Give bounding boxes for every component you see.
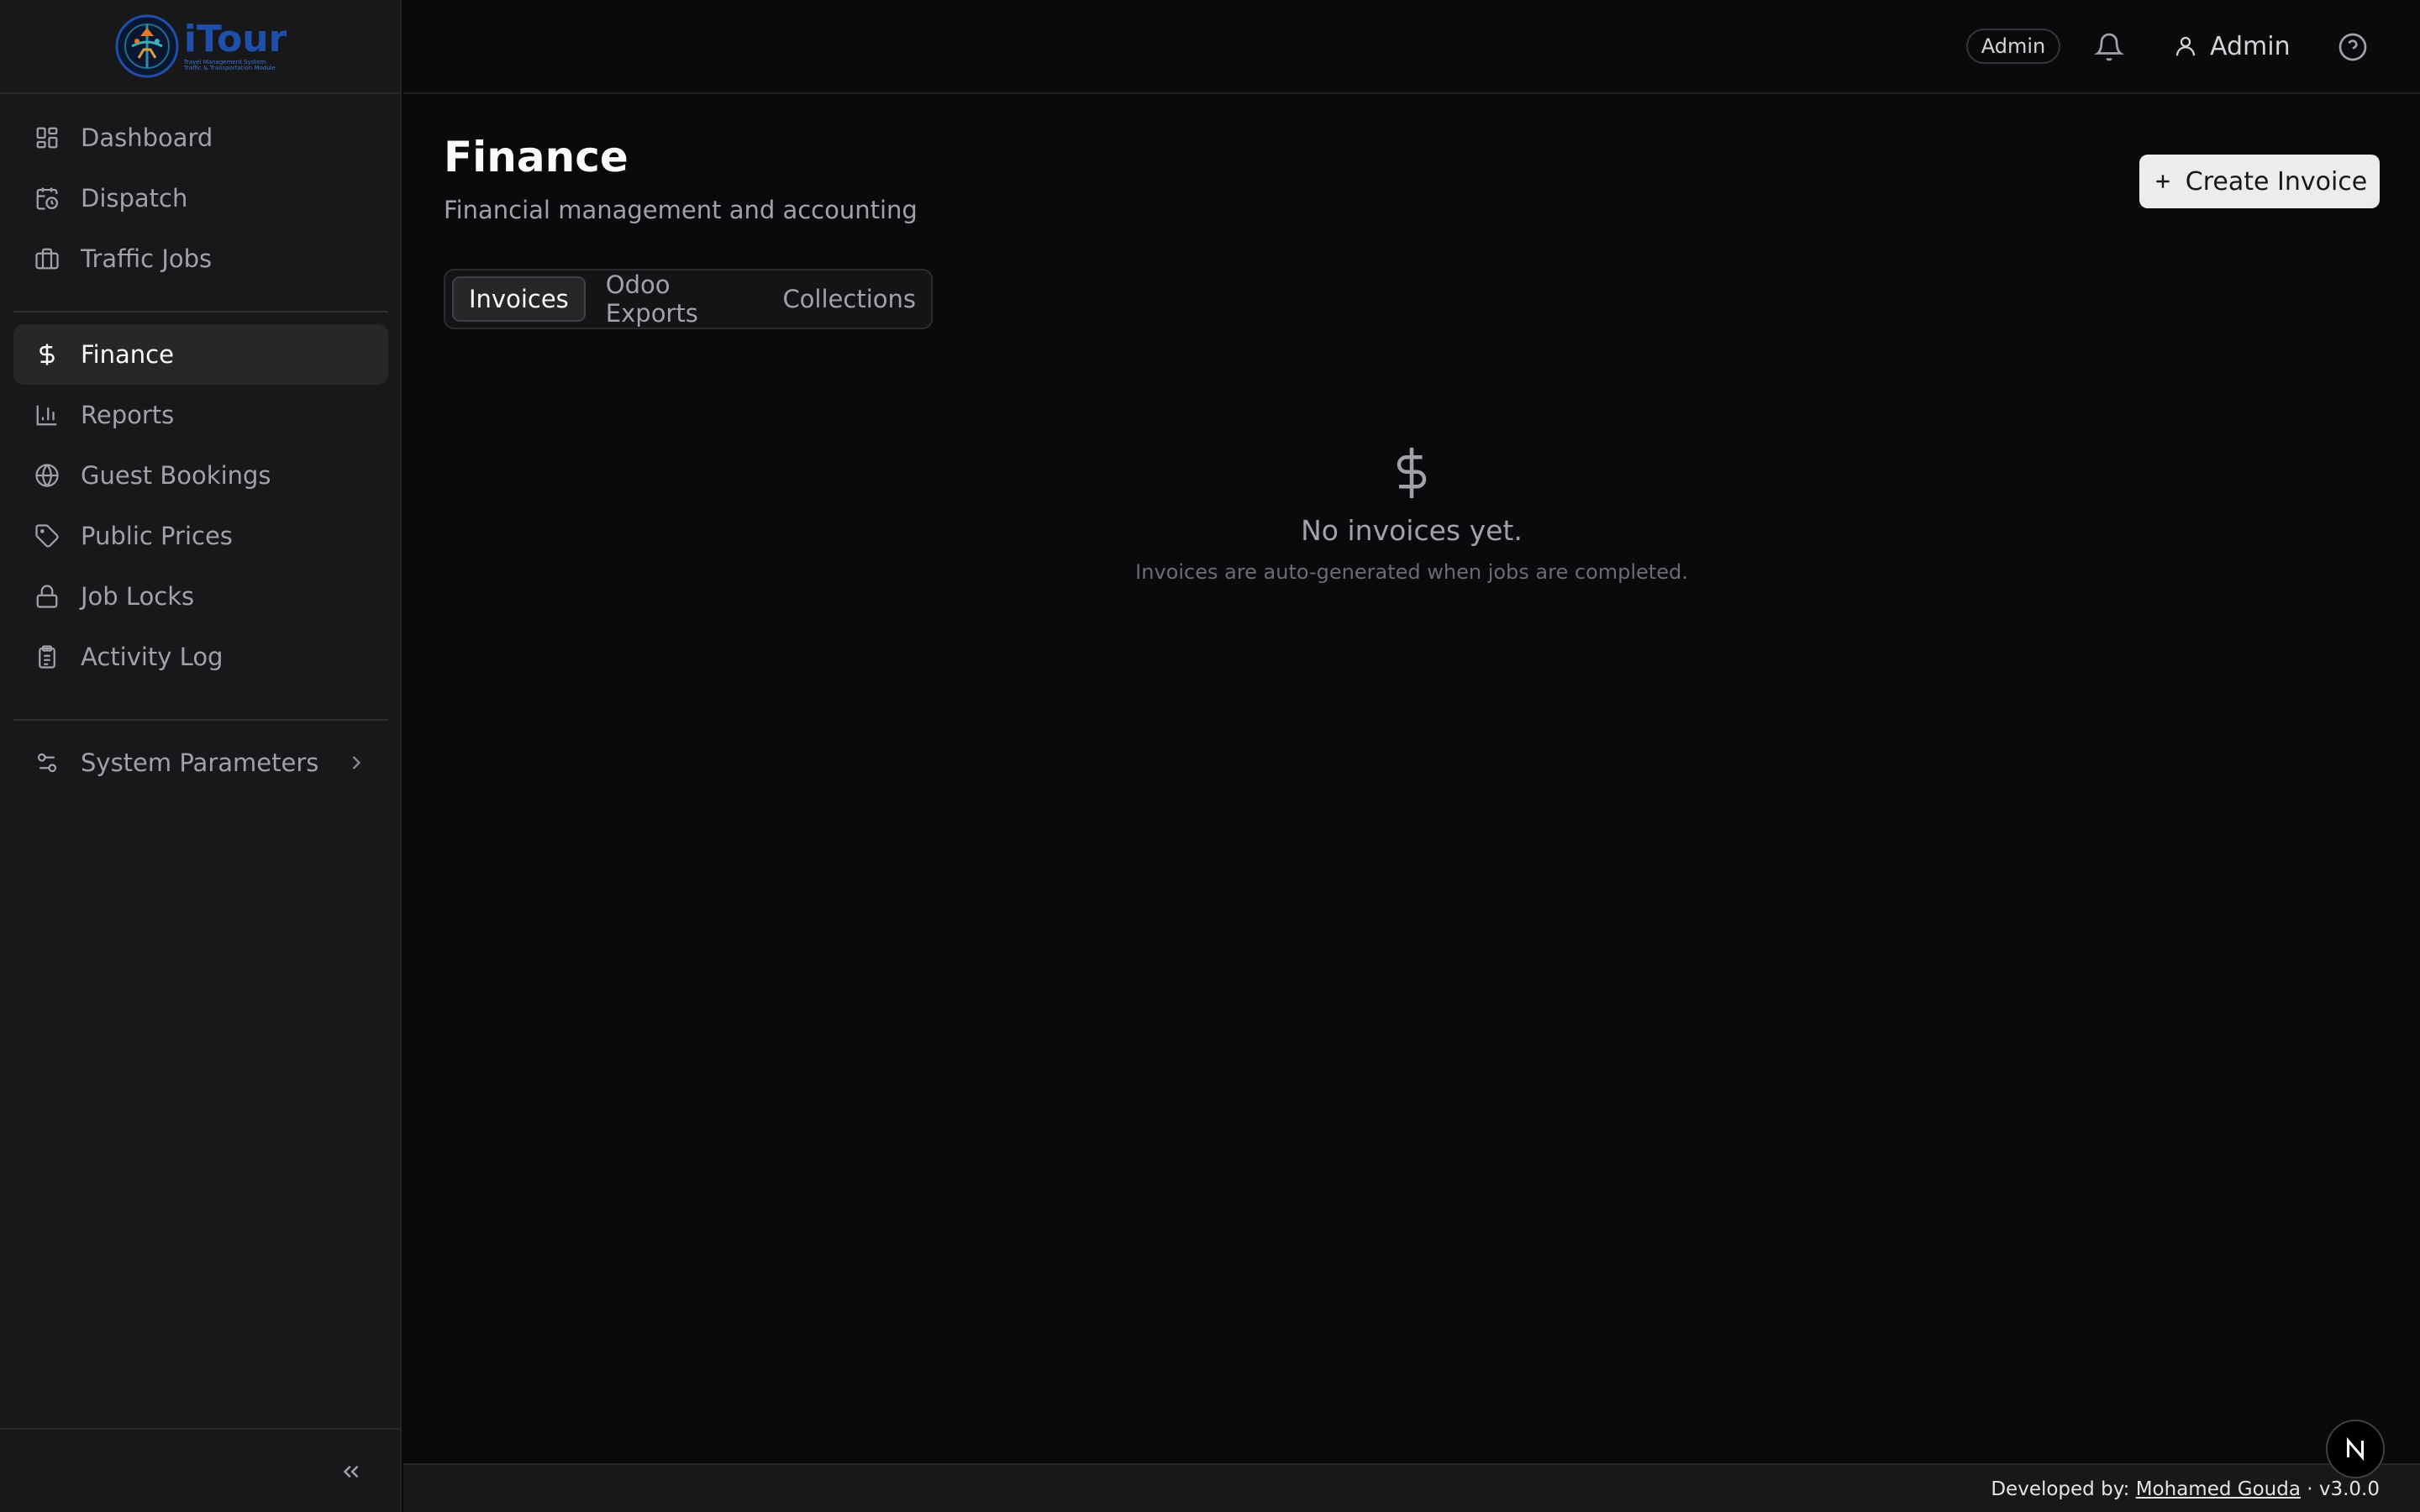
dollar-icon — [34, 341, 60, 368]
clipboard-icon — [34, 643, 60, 670]
nextjs-dev-badge[interactable] — [2326, 1420, 2385, 1478]
tab-invoices[interactable]: Invoices — [452, 276, 586, 322]
sidebar-item-label: Guest Bookings — [81, 461, 271, 490]
empty-state: No invoices yet. Invoices are auto-gener… — [403, 445, 2420, 584]
sidebar-item-label: Dashboard — [81, 123, 213, 152]
footer-credit: Developed by: Mohamed Gouda · v3.0.0 — [1991, 1478, 2380, 1500]
role-badge: Admin — [1966, 29, 2060, 64]
nav-group-settings: System Parameters — [13, 732, 388, 793]
sidebar-item-label: Public Prices — [81, 522, 233, 550]
user-name: Admin — [2210, 31, 2291, 61]
sidebar-item-label: Job Locks — [81, 582, 195, 611]
page-title: Finance — [444, 133, 629, 181]
n-logo-icon — [2346, 1436, 2365, 1462]
footer: Developed by: Mohamed Gouda · v3.0.0 — [403, 1463, 2420, 1512]
sliders-icon — [34, 749, 60, 776]
dollar-icon — [1397, 448, 1427, 498]
bar-chart-icon — [34, 402, 60, 428]
tab-collections[interactable]: Collections — [767, 276, 931, 322]
empty-state-subtitle: Invoices are auto-generated when jobs ar… — [1135, 560, 1688, 584]
sidebar-item-job-locks[interactable]: Job Locks — [13, 566, 388, 627]
dashboard-icon — [34, 124, 60, 151]
logo[interactable]: iTour Travel Management System Traffic &… — [113, 13, 287, 80]
nav-divider — [13, 311, 388, 312]
sidebar-item-label: Traffic Jobs — [81, 244, 213, 273]
sidebar-item-traffic-jobs[interactable]: Traffic Jobs — [13, 228, 388, 289]
lock-icon — [34, 583, 60, 610]
logo-area: iTour Travel Management System Traffic &… — [0, 0, 400, 94]
sidebar-item-public-prices[interactable]: Public Prices — [13, 506, 388, 566]
sidebar-item-dashboard[interactable]: Dashboard — [13, 108, 388, 168]
calendar-clock-icon — [34, 185, 60, 212]
sidebar-item-label: System Parameters — [81, 748, 319, 777]
chevrons-left-icon — [343, 1465, 359, 1478]
collapse-sidebar-button[interactable] — [336, 1457, 366, 1487]
logo-subtitle-2: Traffic & Transportation Module — [183, 65, 276, 71]
sidebar-item-label: Reports — [81, 401, 175, 429]
create-invoice-button[interactable]: Create Invoice — [2139, 155, 2380, 208]
sidebar-item-label: Activity Log — [81, 643, 224, 671]
user-menu-button[interactable]: Admin — [2173, 25, 2291, 67]
create-invoice-label: Create Invoice — [2185, 166, 2368, 197]
sidebar-item-dispatch[interactable]: Dispatch — [13, 168, 388, 228]
nav-group-main: Dashboard Dispatch Traffic Jobs — [13, 108, 388, 289]
sidebar-item-reports[interactable]: Reports — [13, 385, 388, 445]
finance-tabs: Invoices Odoo Exports Collections — [444, 269, 933, 329]
sidebar-item-label: Finance — [81, 340, 174, 369]
sidebar-item-finance[interactable]: Finance — [13, 324, 388, 385]
author-link[interactable]: Mohamed Gouda — [2136, 1478, 2301, 1500]
tab-odoo-exports[interactable]: Odoo Exports — [591, 270, 763, 328]
user-icon — [2175, 36, 2196, 56]
app-root: iTour Travel Management System Traffic &… — [0, 0, 2420, 1512]
sidebar-item-label: Dispatch — [81, 184, 188, 213]
plus-icon — [2156, 175, 2170, 188]
sidebar-item-activity-log[interactable]: Activity Log — [13, 627, 388, 687]
sidebar-item-guest-bookings[interactable]: Guest Bookings — [13, 445, 388, 506]
globe-icon — [34, 462, 60, 489]
logo-globe-icon — [115, 14, 179, 78]
nav-group-secondary: Finance Reports Guest Bookings Public Pr… — [13, 324, 388, 687]
footer-prefix: Developed by: — [1991, 1478, 2130, 1500]
help-icon[interactable] — [2338, 32, 2368, 62]
sidebar-footer — [0, 1428, 400, 1512]
empty-state-title: No invoices yet. — [1301, 514, 1523, 547]
bell-icon[interactable] — [2094, 32, 2124, 62]
version-label: · v3.0.0 — [2307, 1478, 2380, 1500]
briefcase-icon — [34, 245, 60, 272]
logo-word: iTour — [183, 18, 287, 60]
sidebar-item-system-parameters[interactable]: System Parameters — [13, 732, 388, 793]
tag-icon — [34, 522, 60, 549]
page-subtitle: Financial management and accounting — [444, 196, 918, 224]
sidebar: iTour Travel Management System Traffic &… — [0, 0, 402, 1512]
nav-divider — [13, 719, 388, 721]
chevron-right-icon — [352, 756, 361, 769]
